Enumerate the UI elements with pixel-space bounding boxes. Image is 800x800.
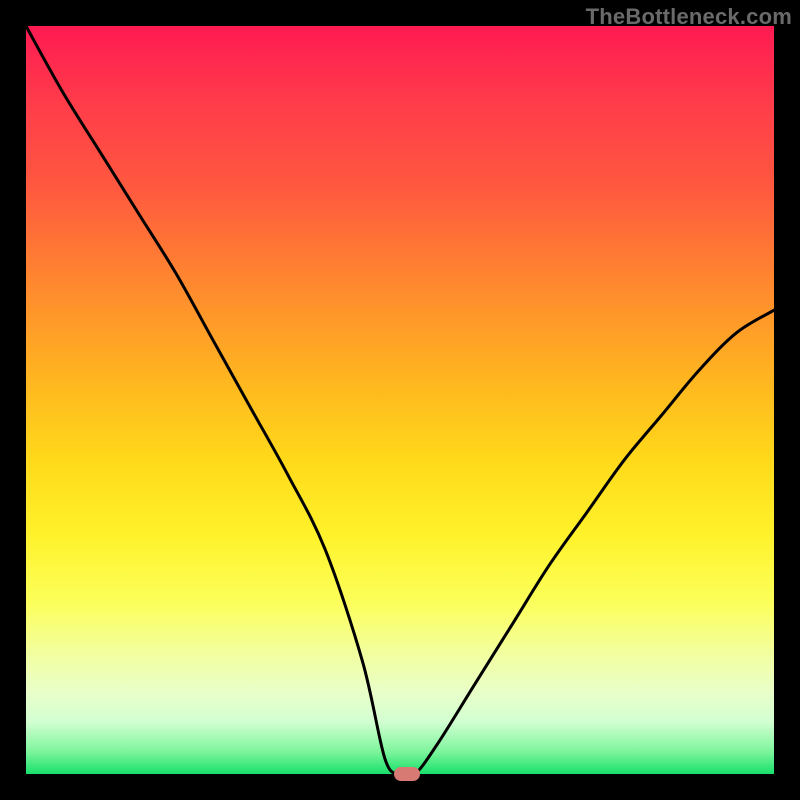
bottleneck-curve <box>26 26 774 774</box>
chart-frame: TheBottleneck.com <box>0 0 800 800</box>
plot-area <box>26 26 774 774</box>
watermark-text: TheBottleneck.com <box>586 4 792 30</box>
optimal-marker <box>394 767 420 781</box>
